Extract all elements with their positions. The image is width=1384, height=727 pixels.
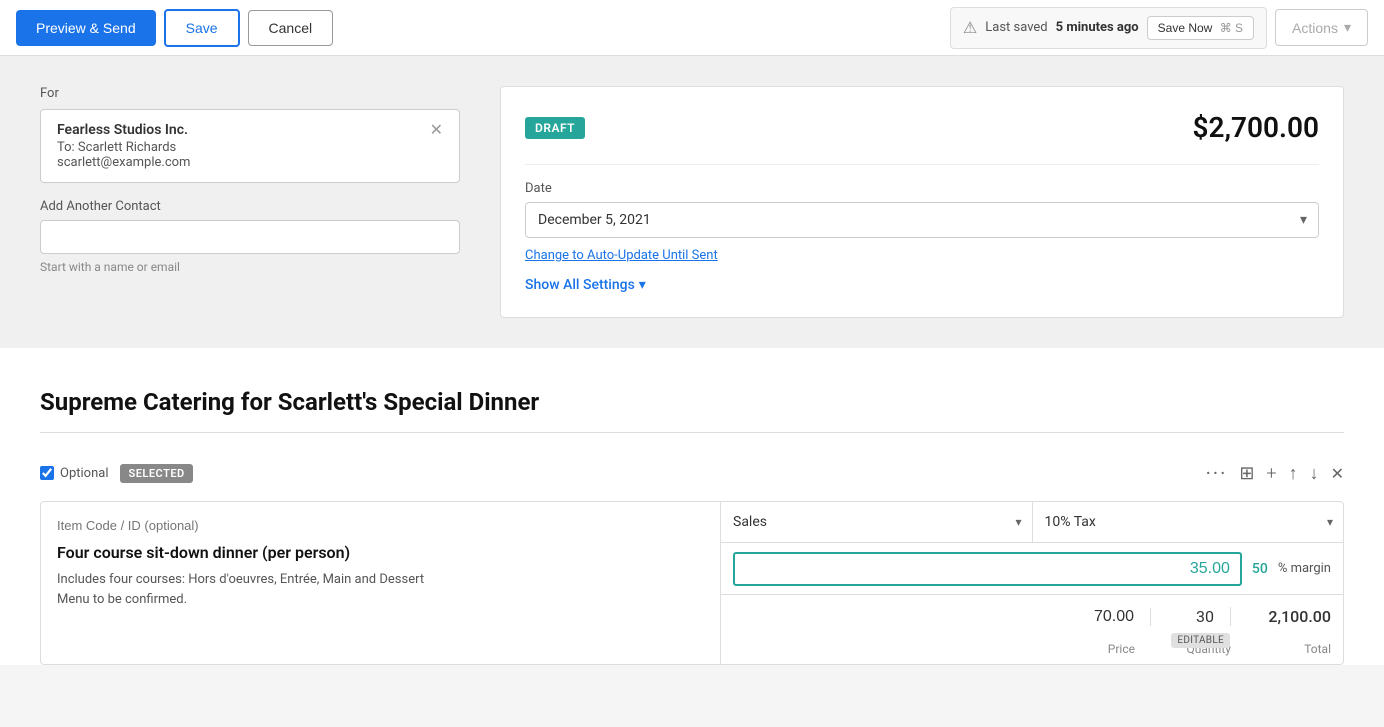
qty-value: 30 [1196, 607, 1214, 626]
qty-total-row: 30 EDITABLE 2,100.00 [721, 595, 1343, 638]
quantity-input[interactable] [733, 608, 1134, 626]
cancel-button[interactable]: Cancel [248, 10, 334, 46]
date-chevron-icon: ▾ [1300, 212, 1307, 228]
date-select[interactable]: December 5, 2021 [525, 202, 1319, 238]
sales-chevron-icon: ▾ [1015, 515, 1031, 529]
optional-check: Optional [40, 466, 108, 481]
item-left: Four course sit-down dinner (per person)… [41, 502, 721, 664]
actions-button[interactable]: Actions ▾ [1275, 9, 1368, 46]
add-contact-input[interactable] [40, 220, 460, 254]
total-amount: $2,700.00 [1192, 111, 1319, 144]
draft-badge: DRAFT [525, 117, 585, 139]
date-select-wrap: December 5, 2021 ▾ [525, 202, 1319, 238]
save-now-shortcut: ⌘ S [1220, 21, 1243, 35]
delete-icon[interactable]: ✕ [1331, 464, 1344, 483]
save-status: ⚠ Last saved 5 minutes ago Save Now ⌘ S [950, 7, 1267, 49]
draft-header: DRAFT $2,700.00 [525, 111, 1319, 144]
save-now-button[interactable]: Save Now ⌘ S [1147, 16, 1254, 40]
auto-update-link[interactable]: Change to Auto-Update Until Sent [525, 248, 1319, 263]
price-column-label: Price [733, 642, 1151, 656]
line-item-toolbar: Optional SELECTED ··· ⊞ + ↑ ↓ ✕ [40, 453, 1344, 493]
warning-icon: ⚠ [963, 18, 977, 37]
item-description: Includes four courses: Hors d'oeuvres, E… [57, 570, 704, 609]
quantity-col [733, 608, 1151, 626]
contact-close-icon[interactable]: ✕ [430, 122, 443, 138]
move-up-icon[interactable]: ↑ [1289, 463, 1298, 484]
tax-chevron-icon: ▾ [1327, 515, 1343, 529]
actions-chevron-icon: ▾ [1344, 19, 1351, 36]
item-toolbar-icons: ··· ⊞ + ↑ ↓ ✕ [1206, 461, 1344, 485]
save-time: 5 minutes ago [1056, 20, 1139, 35]
item-selects: Sales ▾ 10% Tax ▾ [721, 502, 1343, 543]
for-label: For [40, 86, 460, 101]
selected-badge: SELECTED [120, 464, 192, 483]
total-column-label: Total [1231, 642, 1331, 656]
show-settings-link[interactable]: Show All Settings ▾ [525, 277, 1319, 293]
price-margin-row: 50 % margin [721, 543, 1343, 595]
contact-card: Fearless Studios Inc. To: Scarlett Richa… [40, 109, 460, 183]
document-title: Supreme Catering for Scarlett's Special … [40, 388, 1344, 433]
move-down-icon[interactable]: ↓ [1310, 463, 1319, 484]
save-button[interactable]: Save [164, 9, 240, 47]
optional-label: Optional [60, 466, 108, 481]
tax-label: 10% Tax [1033, 502, 1327, 542]
optional-checkbox[interactable] [40, 466, 54, 480]
qty-num-col: 30 EDITABLE [1151, 607, 1231, 626]
date-value: December 5, 2021 [538, 212, 651, 228]
editable-badge: EDITABLE [1171, 633, 1230, 648]
item-name: Four course sit-down dinner (per person) [57, 543, 704, 562]
invoice-panel: DRAFT $2,700.00 Date December 5, 2021 ▾ … [500, 86, 1344, 318]
add-icon[interactable]: + [1266, 463, 1276, 484]
margin-value: 50 [1252, 561, 1268, 577]
date-label: Date [525, 181, 1319, 196]
column-labels: Price Quantity Total [721, 638, 1343, 664]
save-status-text: Last saved [985, 20, 1047, 35]
tax-select-wrap: 10% Tax ▾ [1033, 502, 1344, 542]
left-panel: For Fearless Studios Inc. To: Scarlett R… [40, 86, 460, 318]
sales-category-label: Sales [721, 502, 1015, 542]
total-col: 2,100.00 [1231, 607, 1331, 626]
item-code-input[interactable] [57, 518, 704, 533]
document-section: Supreme Catering for Scarlett's Special … [0, 348, 1384, 665]
contact-info: Fearless Studios Inc. To: Scarlett Richa… [57, 122, 190, 170]
preview-send-button[interactable]: Preview & Send [16, 10, 156, 46]
margin-label: % margin [1278, 561, 1331, 576]
form-section: For Fearless Studios Inc. To: Scarlett R… [0, 56, 1384, 348]
line-item-body: Four course sit-down dinner (per person)… [40, 501, 1344, 665]
price-input[interactable] [733, 552, 1242, 586]
contact-to: To: Scarlett Richards [57, 140, 190, 155]
contact-email: scarlett@example.com [57, 155, 190, 170]
show-settings-chevron-icon: ▾ [639, 277, 646, 293]
add-contact-label: Add Another Contact [40, 199, 460, 214]
dots-icon[interactable]: ··· [1206, 461, 1228, 485]
image-icon[interactable]: ⊞ [1239, 463, 1254, 484]
sales-category-wrap: Sales ▾ [721, 502, 1033, 542]
contact-input-hint: Start with a name or email [40, 260, 460, 274]
item-right: Sales ▾ 10% Tax ▾ 50 % margin [721, 502, 1343, 664]
toolbar: Preview & Send Save Cancel ⚠ Last saved … [0, 0, 1384, 56]
contact-name: Fearless Studios Inc. [57, 122, 190, 138]
